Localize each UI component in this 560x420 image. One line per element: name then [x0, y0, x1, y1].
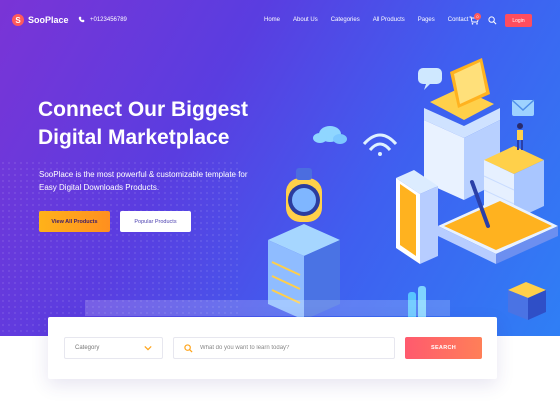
logo-text: SooPlace [28, 15, 69, 25]
search-icon[interactable] [488, 16, 497, 25]
nav-item-all-products[interactable]: All Products [373, 17, 405, 23]
hero-title: Connect Our Biggest Digital Marketplace [38, 96, 288, 152]
logo[interactable]: S SooPlace [12, 14, 69, 26]
phone-number: +0123456789 [90, 16, 127, 23]
nav-item-home[interactable]: Home [264, 17, 280, 23]
hero-subtitle: SooPlace is the most powerful & customiz… [39, 168, 269, 194]
cloud-icon [313, 126, 347, 144]
hero-illustration [268, 58, 558, 322]
search-icon [184, 343, 193, 353]
nav-item-categories[interactable]: Categories [331, 17, 360, 23]
chevron-down-icon [144, 345, 152, 351]
search-panel-shadow [85, 300, 450, 316]
hero-subtitle-line-2: Easy Digital Downloads Products. [39, 183, 160, 192]
nav-item-about-us[interactable]: About Us [293, 17, 318, 23]
category-select[interactable]: Category [64, 337, 163, 359]
phone-icon [78, 16, 85, 23]
envelope-icon [511, 99, 535, 116]
search-field [173, 337, 395, 359]
top-header: S SooPlace +0123456789 Home About Us Cat… [0, 0, 560, 42]
popular-products-button[interactable]: Popular Products [120, 211, 191, 232]
login-button[interactable]: Login [505, 14, 532, 27]
smartwatch-icon [286, 168, 322, 222]
logo-icon: S [12, 14, 24, 26]
wifi-icon [362, 133, 398, 156]
hero-section: S SooPlace +0123456789 Home About Us Cat… [0, 0, 560, 336]
block-cube [508, 282, 546, 320]
phone-contact[interactable]: +0123456789 [78, 16, 127, 23]
person-figure [517, 123, 523, 150]
main-nav: Home About Us Categories All Products Pa… [264, 17, 481, 23]
hero-title-line-1: Connect Our Biggest [38, 98, 249, 121]
search-input[interactable] [200, 345, 380, 351]
view-all-products-button[interactable]: View All Products [39, 211, 110, 232]
chat-bubble-icon [418, 68, 442, 90]
hero-subtitle-line-1: SooPlace is the most powerful & customiz… [39, 170, 248, 179]
search-button[interactable]: SEARCH [405, 337, 482, 359]
smartphone-icon [396, 170, 438, 264]
category-select-value: Category [75, 345, 100, 351]
nav-item-pages[interactable]: Pages [418, 17, 435, 23]
hero-title-line-2: Digital Marketplace [38, 126, 230, 149]
cart-count-badge: 0 [474, 13, 481, 20]
nav-item-contact[interactable]: Contact [448, 17, 469, 23]
